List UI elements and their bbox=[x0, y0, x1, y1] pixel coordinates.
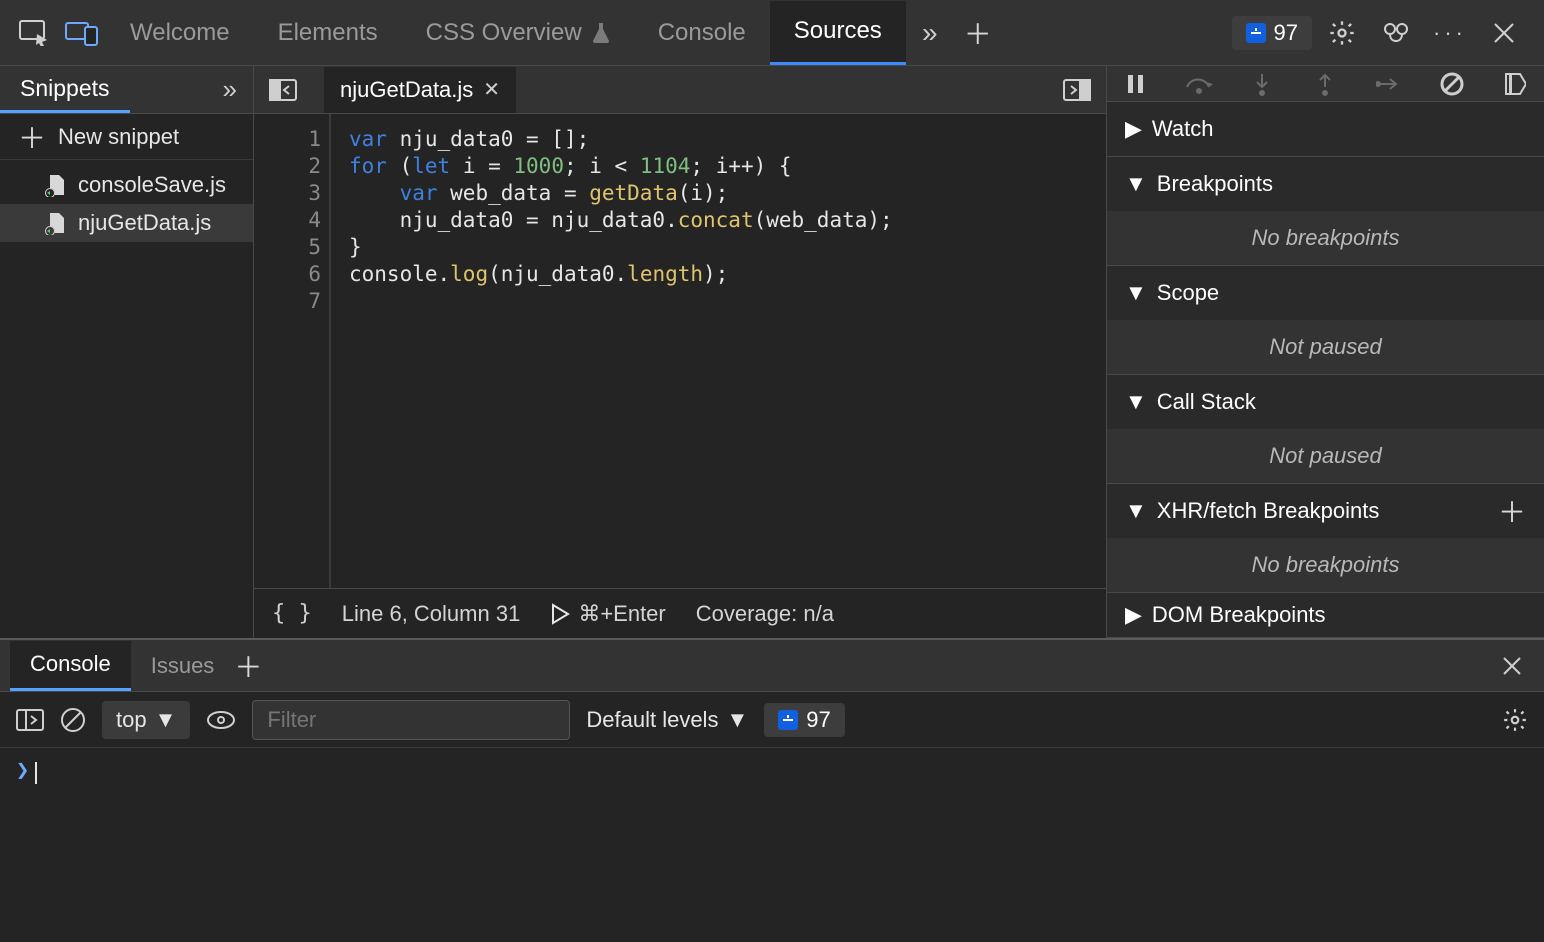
step-into-icon[interactable] bbox=[1247, 72, 1277, 96]
log-levels-selector[interactable]: Default levels ▼ bbox=[586, 707, 748, 733]
navigator-more-icon[interactable]: » bbox=[207, 74, 253, 105]
close-tab-icon[interactable]: ✕ bbox=[483, 77, 500, 102]
editor-panel: njuGetData.js ✕ 1 2 3 4 5 6 7 var nju_da… bbox=[254, 66, 1107, 638]
flask-icon bbox=[592, 23, 610, 43]
add-xhr-breakpoint-icon[interactable]: ＋ bbox=[1498, 491, 1526, 531]
tab-welcome[interactable]: Welcome bbox=[106, 1, 254, 65]
settings-icon[interactable] bbox=[1318, 9, 1366, 57]
tab-elements[interactable]: Elements bbox=[254, 1, 402, 65]
navigator-tab-snippets[interactable]: Snippets bbox=[0, 67, 130, 113]
console-toolbar: top ▼ Default levels ▼ 97 bbox=[0, 692, 1544, 748]
code-text[interactable]: var nju_data0 = []; for (let i = 1000; i… bbox=[330, 114, 893, 588]
toggle-navigator-icon[interactable] bbox=[262, 69, 304, 111]
snippet-item[interactable]: njuGetData.js bbox=[0, 204, 253, 242]
chevron-down-icon: ▼ bbox=[1125, 171, 1147, 197]
snippet-file-icon bbox=[44, 211, 68, 235]
new-snippet-button[interactable]: ＋ New snippet bbox=[0, 114, 253, 160]
devtools-top-tabs: Welcome Elements CSS Overview Console So… bbox=[0, 0, 1544, 66]
snippet-file-icon bbox=[44, 173, 68, 197]
chevron-down-icon: ▼ bbox=[1125, 280, 1147, 306]
toggle-debugger-icon[interactable] bbox=[1056, 69, 1098, 111]
add-tab-icon[interactable]: ＋ bbox=[954, 9, 1002, 57]
code-editor[interactable]: 1 2 3 4 5 6 7 var nju_data0 = []; for (l… bbox=[254, 114, 1106, 588]
debugger-panel: ▶ Watch ▼ Breakpoints No breakpoints ▼ S… bbox=[1107, 66, 1544, 638]
line-gutter[interactable]: 1 2 3 4 5 6 7 bbox=[254, 114, 330, 588]
snippet-list: consoleSave.js njuGetData.js bbox=[0, 160, 253, 242]
info-icon bbox=[778, 710, 798, 730]
execution-context-selector[interactable]: top ▼ bbox=[102, 701, 190, 739]
chevron-right-icon: ▶ bbox=[1125, 602, 1142, 628]
console-prompt-icon: ❯ bbox=[16, 758, 29, 783]
info-icon bbox=[1246, 23, 1266, 43]
step-out-icon[interactable] bbox=[1310, 72, 1340, 96]
drawer-add-tab-icon[interactable]: ＋ bbox=[234, 646, 282, 686]
snippet-item[interactable]: consoleSave.js bbox=[0, 166, 253, 204]
console-issues-counter[interactable]: 97 bbox=[764, 703, 844, 737]
plus-icon: ＋ bbox=[18, 117, 46, 157]
more-tabs-icon[interactable]: » bbox=[906, 9, 954, 57]
more-options-icon[interactable]: ··· bbox=[1426, 9, 1474, 57]
drawer-tabs: Console Issues ＋ bbox=[0, 640, 1544, 692]
xhr-empty: No breakpoints bbox=[1107, 538, 1544, 592]
callstack-section-header[interactable]: ▼ Call Stack bbox=[1107, 375, 1544, 429]
chevron-down-icon: ▼ bbox=[1125, 498, 1147, 524]
console-filter-input[interactable] bbox=[252, 700, 570, 740]
callstack-empty: Not paused bbox=[1107, 429, 1544, 483]
live-expression-icon[interactable] bbox=[206, 710, 236, 730]
issues-counter[interactable]: 97 bbox=[1232, 16, 1312, 50]
experiments-icon[interactable] bbox=[1372, 9, 1420, 57]
navigator-tabs: Snippets » bbox=[0, 66, 253, 114]
step-over-icon[interactable] bbox=[1184, 73, 1214, 95]
inspect-element-icon[interactable] bbox=[10, 9, 58, 57]
dom-breakpoints-section-header[interactable]: ▶ DOM Breakpoints bbox=[1107, 593, 1544, 637]
pause-on-exceptions-icon[interactable] bbox=[1500, 72, 1530, 96]
run-snippet-button[interactable]: ⌘+Enter bbox=[550, 601, 665, 627]
tab-console[interactable]: Console bbox=[634, 1, 770, 65]
watch-section-header[interactable]: ▶ Watch bbox=[1107, 102, 1544, 156]
tab-sources[interactable]: Sources bbox=[770, 1, 906, 65]
editor-status-bar: { } Line 6, Column 31 ⌘+Enter Coverage: … bbox=[254, 588, 1106, 638]
close-drawer-icon[interactable] bbox=[1502, 656, 1522, 676]
breakpoints-section-header[interactable]: ▼ Breakpoints bbox=[1107, 157, 1544, 211]
drawer-tab-console[interactable]: Console bbox=[10, 641, 131, 691]
sources-main: Snippets » ＋ New snippet consoleSave.js … bbox=[0, 66, 1544, 638]
drawer: Console Issues ＋ top ▼ Default levels ▼ bbox=[0, 638, 1544, 942]
chevron-down-icon: ▼ bbox=[726, 707, 748, 733]
step-icon[interactable] bbox=[1374, 76, 1404, 92]
deactivate-breakpoints-icon[interactable] bbox=[1437, 72, 1467, 96]
cursor-position: Line 6, Column 31 bbox=[342, 601, 521, 627]
console-settings-icon[interactable] bbox=[1502, 707, 1528, 733]
breakpoints-empty: No breakpoints bbox=[1107, 211, 1544, 265]
play-icon bbox=[550, 603, 570, 625]
drawer-tab-issues[interactable]: Issues bbox=[131, 641, 235, 691]
scope-empty: Not paused bbox=[1107, 320, 1544, 374]
clear-console-icon[interactable] bbox=[60, 707, 86, 733]
coverage-status: Coverage: n/a bbox=[696, 601, 834, 627]
editor-tab-active[interactable]: njuGetData.js ✕ bbox=[324, 67, 516, 113]
console-output[interactable]: ❯ bbox=[0, 748, 1544, 942]
chevron-down-icon: ▼ bbox=[1125, 389, 1147, 415]
editor-tabs: njuGetData.js ✕ bbox=[254, 66, 1106, 114]
xhr-breakpoints-section-header[interactable]: ▼ XHR/fetch Breakpoints ＋ bbox=[1107, 484, 1544, 538]
pretty-print-icon[interactable]: { } bbox=[272, 601, 312, 626]
pause-icon[interactable] bbox=[1121, 73, 1151, 95]
chevron-down-icon: ▼ bbox=[155, 707, 177, 733]
navigator-panel: Snippets » ＋ New snippet consoleSave.js … bbox=[0, 66, 254, 638]
tab-css-overview[interactable]: CSS Overview bbox=[402, 1, 634, 65]
toggle-sidebar-icon[interactable] bbox=[16, 709, 44, 731]
debugger-toolbar bbox=[1107, 66, 1544, 102]
close-devtools-icon[interactable] bbox=[1480, 9, 1528, 57]
chevron-right-icon: ▶ bbox=[1125, 116, 1142, 142]
scope-section-header[interactable]: ▼ Scope bbox=[1107, 266, 1544, 320]
device-toolbar-icon[interactable] bbox=[58, 9, 106, 57]
